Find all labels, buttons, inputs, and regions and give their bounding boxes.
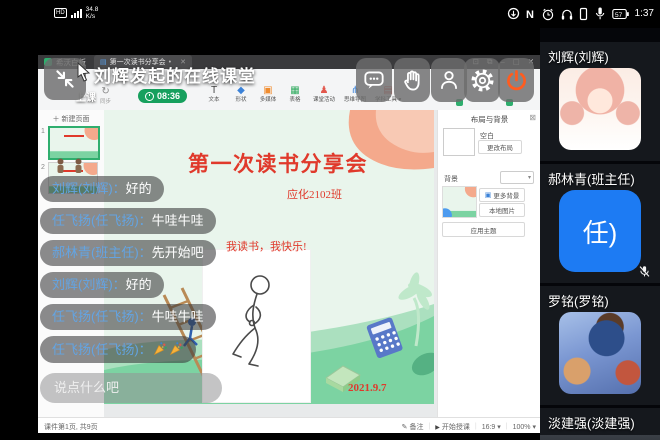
participant-tile[interactable]: 罗铭(罗铭) xyxy=(540,286,660,405)
tool-button[interactable]: ♟ 课堂活动 xyxy=(313,85,335,104)
power-icon xyxy=(503,67,530,94)
settings-button[interactable] xyxy=(464,58,500,102)
aspect-ratio-dropdown[interactable]: 16:9 ▾ xyxy=(482,423,501,431)
chat-button[interactable] xyxy=(356,58,392,102)
background-label: 背景 xyxy=(444,174,458,184)
participant-name: 刘辉(刘辉) xyxy=(540,42,660,66)
page-info: 课件第1页, 共9页 xyxy=(44,422,98,432)
figure-emoji-icon xyxy=(72,158,85,174)
participants-sidebar: 刘辉(刘辉) 郝林青(班主任)任) 罗铭(罗铭) 淡建强(淡建强) xyxy=(540,28,660,440)
participant-name: 罗铭(罗铭) xyxy=(540,286,660,310)
play-icon: ▶ xyxy=(435,425,440,431)
alarm-icon xyxy=(541,7,555,21)
notes-button[interactable]: ✎ 备注 xyxy=(402,422,424,432)
more-backgrounds-button[interactable]: ▣ 更多背景 xyxy=(479,188,525,202)
chat-message: 任飞扬(任飞扬)： xyxy=(40,336,196,363)
participant-tile[interactable]: 郝林青(班主任)任) xyxy=(540,164,660,283)
tool-icon: ▣ xyxy=(259,85,277,97)
layout-panel: 布局与背景 ⊠ 空白 更改布局 背景 ▾ ▣ 更多背景 本地图片 应用主题 xyxy=(437,110,541,417)
mouse-cursor xyxy=(76,62,91,82)
network-speed: 34.8K/s xyxy=(86,6,99,20)
mobile-icon xyxy=(579,7,588,21)
headset-icon xyxy=(560,7,574,21)
participant-tile[interactable]: 刘辉(刘辉) xyxy=(540,42,660,161)
blank-layout-thumbnail[interactable] xyxy=(443,128,475,156)
screencast-icon xyxy=(507,7,520,20)
figure-emoji-icon xyxy=(54,158,67,174)
raise-hand-button[interactable] xyxy=(394,58,430,102)
chat-bubble-icon xyxy=(361,67,387,93)
mic-muted-icon xyxy=(638,265,651,278)
background-color-dropdown[interactable]: ▾ xyxy=(500,171,534,184)
chat-message: 任飞扬(任飞扬)：牛哇牛哇 xyxy=(40,304,216,330)
window-footer: 课件第1页, 共9页 ✎ 备注 | ▶ 开始授课 | 16:9 ▾ | 100%… xyxy=(38,417,540,433)
participant-name: 淡建强(淡建强) xyxy=(540,408,660,432)
layout-panel-title: 布局与背景 xyxy=(438,110,541,125)
nfc-icon: N xyxy=(525,7,536,20)
chat-message: 刘辉(刘辉)：好的 xyxy=(40,176,164,202)
participant-avatar xyxy=(559,68,641,150)
svg-text:N: N xyxy=(526,9,534,20)
apply-theme-button[interactable]: 应用主题 xyxy=(442,222,525,237)
chat-input[interactable]: 说点什么吧 xyxy=(40,373,222,403)
page-number: 1 xyxy=(41,128,45,135)
background-thumbnail[interactable] xyxy=(442,186,477,218)
slide-class-name: 应化2102班 xyxy=(287,186,342,202)
new-page-button[interactable]: ＋ 新建页面 xyxy=(38,110,104,124)
start-teaching-button[interactable]: ▶ 开始授课 xyxy=(435,422,470,432)
chat-message: 郝林青(班主任)：先开始吧 xyxy=(40,240,216,266)
screen: HD 34.8K/s N xyxy=(0,0,660,440)
tool-icon: ▦ xyxy=(286,85,304,97)
slide-date: 2021.9.7 xyxy=(348,382,387,394)
sync-button[interactable]: ↻同步 xyxy=(100,87,111,107)
members-button[interactable] xyxy=(431,58,467,102)
participant-avatar xyxy=(559,312,641,394)
chat-message: 任飞扬(任飞扬)：牛哇牛哇 xyxy=(40,208,216,234)
local-image-button[interactable]: 本地图片 xyxy=(479,203,525,217)
person-icon xyxy=(436,67,462,93)
chat-overlay: 刘辉(刘辉)：好的任飞扬(任飞扬)：牛哇牛哇郝林青(班主任)：先开始吧刘辉(刘辉… xyxy=(40,158,250,403)
panel-close-icon[interactable]: ⊠ xyxy=(529,113,536,122)
participant-video xyxy=(540,435,660,440)
class-title: 刘辉发起的在线课堂 xyxy=(94,62,256,87)
svg-text:57: 57 xyxy=(615,12,623,19)
tool-button[interactable]: ◆ 形状 xyxy=(232,85,250,104)
zoom-dropdown[interactable]: 100% ▾ xyxy=(513,423,536,431)
tool-button[interactable]: ▦ 表格 xyxy=(286,85,304,104)
raised-hand-icon xyxy=(400,68,425,93)
clock-time: 1:37 xyxy=(635,8,654,19)
collapse-arrows-icon xyxy=(52,66,78,92)
clock-icon xyxy=(145,92,154,101)
party-popper-icon xyxy=(153,341,168,356)
participant-name: 郝林青(班主任) xyxy=(540,164,660,188)
mic-icon xyxy=(593,6,607,21)
page-thumbnail[interactable] xyxy=(48,126,100,160)
class-timer: 08:36 xyxy=(138,89,187,103)
change-layout-button[interactable]: 更改布局 xyxy=(478,140,522,154)
signal-icon xyxy=(71,8,82,19)
tool-button[interactable]: T 文本 xyxy=(205,85,223,104)
battery-icon: 57 xyxy=(612,7,630,21)
tool-icon: ♟ xyxy=(313,85,335,97)
chat-message: 刘辉(刘辉)：好的 xyxy=(40,272,164,298)
figure-emoji-row xyxy=(54,158,250,174)
participant-avatar: 任) xyxy=(559,190,641,272)
image-icon: ▣ xyxy=(485,191,492,199)
participant-tile[interactable]: 淡建强(淡建强) xyxy=(540,408,660,440)
tool-button[interactable]: ▣ 多媒体 xyxy=(259,85,277,104)
leave-class-button[interactable] xyxy=(498,58,534,102)
party-popper-icon xyxy=(169,341,184,356)
gear-icon xyxy=(469,67,496,94)
status-bar: HD 34.8K/s N xyxy=(0,0,660,28)
hd-icon: HD xyxy=(54,8,67,18)
chat-messages: 刘辉(刘辉)：好的任飞扬(任飞扬)：牛哇牛哇郝林青(班主任)：先开始吧刘辉(刘辉… xyxy=(40,176,250,363)
